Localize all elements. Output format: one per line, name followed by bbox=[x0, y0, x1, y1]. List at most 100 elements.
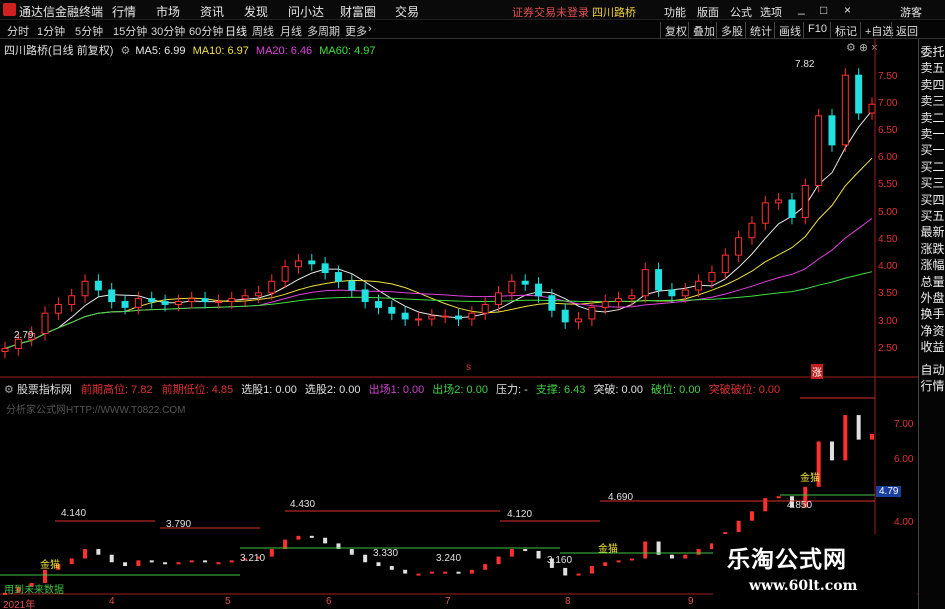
candle bbox=[94, 280, 102, 291]
y-tick: 7.00 bbox=[878, 98, 898, 109]
candle bbox=[268, 280, 276, 294]
high-price-label: 7.82 bbox=[795, 59, 815, 70]
panel-tab-12[interactable]: 涨跌 bbox=[919, 242, 945, 257]
x-tick: 8 bbox=[565, 596, 571, 607]
y-tick: 2.50 bbox=[878, 343, 898, 354]
candle bbox=[561, 309, 569, 323]
candle bbox=[108, 289, 116, 303]
candle bbox=[188, 298, 196, 303]
indicator-bar bbox=[83, 549, 88, 559]
exit2-label: 出场2: 0.00 bbox=[432, 384, 488, 396]
candle bbox=[721, 254, 729, 274]
panel-tab-18[interactable]: 收益 bbox=[919, 340, 945, 355]
y-tick: 3.00 bbox=[878, 316, 898, 327]
candle bbox=[788, 199, 796, 218]
candle bbox=[134, 298, 142, 308]
indicator-bar bbox=[603, 562, 608, 567]
candle bbox=[628, 295, 636, 300]
candle bbox=[161, 301, 169, 305]
marker-rise: 涨 bbox=[811, 364, 823, 379]
signal-label: 金猫 bbox=[40, 560, 60, 571]
panel-tab-9[interactable]: 买四 bbox=[919, 193, 945, 208]
candle bbox=[441, 315, 449, 318]
panel-tab-13[interactable]: 涨幅 bbox=[919, 258, 945, 273]
candle bbox=[174, 301, 182, 305]
signal-label: 金猫 bbox=[598, 544, 618, 555]
ind-level-label: 4.850 bbox=[787, 500, 813, 511]
candle bbox=[575, 318, 583, 323]
indicator-bar bbox=[389, 566, 394, 570]
candle bbox=[855, 74, 863, 114]
panel-tab-20[interactable]: 行情 bbox=[919, 379, 945, 394]
indicator-bar bbox=[123, 562, 128, 567]
indicator-bar bbox=[163, 562, 168, 565]
signal-label: 金猫 bbox=[800, 473, 820, 484]
indicator-bar bbox=[643, 541, 648, 559]
ind-level-label: 4.120 bbox=[507, 509, 533, 520]
right-quote-panel: 委托 卖五卖四 卖三卖二 卖一 买一买二 买三买四 买五 最新涨跌 涨幅总量 外盘 换手净资 收益自动… bbox=[918, 39, 945, 609]
panel-tab-8[interactable]: 买三 bbox=[919, 176, 945, 191]
y-tick: 5.50 bbox=[878, 179, 898, 190]
indicator-title: 股票指标网 bbox=[16, 384, 72, 396]
settings-gear-icon[interactable]: ⚙ bbox=[4, 384, 14, 396]
ind-level-label: 4.690 bbox=[608, 492, 634, 503]
panel-tab-6[interactable]: 买一 bbox=[919, 143, 945, 158]
panel-tab-4[interactable]: 卖二 bbox=[919, 111, 945, 126]
candle bbox=[254, 292, 262, 297]
panel-tab-10[interactable]: 买五 bbox=[919, 209, 945, 224]
indicator-bar bbox=[763, 498, 768, 512]
y-tick: 7.50 bbox=[878, 71, 898, 82]
candle bbox=[41, 312, 49, 334]
y-tick: 5.00 bbox=[878, 207, 898, 218]
candle bbox=[761, 202, 769, 224]
candle bbox=[681, 289, 689, 297]
pick1-label: 选股1: 0.00 bbox=[241, 384, 297, 396]
indicator-bar bbox=[469, 569, 474, 574]
prev-low-label: 前期低位: 4.85 bbox=[161, 384, 234, 396]
indicator-bar bbox=[776, 496, 781, 499]
panel-tab-5[interactable]: 卖一 bbox=[919, 127, 945, 142]
panel-tab-3[interactable]: 卖三 bbox=[919, 94, 945, 109]
indicator-bar bbox=[749, 511, 754, 521]
indicator-bar bbox=[203, 560, 208, 563]
indicator-bar bbox=[870, 433, 874, 440]
candle bbox=[508, 280, 516, 294]
candle bbox=[775, 199, 783, 204]
site-watermark: 乐淘公式网 www.60lt.com bbox=[713, 534, 917, 604]
indicator-bar bbox=[589, 566, 594, 574]
panel-tab-1[interactable]: 卖五 bbox=[919, 61, 945, 76]
candle bbox=[815, 115, 823, 186]
exit1-label: 出场1: 0.00 bbox=[368, 384, 425, 396]
indicator-bar bbox=[616, 560, 621, 563]
candle bbox=[388, 306, 396, 314]
candle bbox=[535, 283, 543, 297]
candle bbox=[54, 303, 62, 314]
indicator-bar bbox=[429, 571, 434, 574]
panel-tab-14[interactable]: 总量 bbox=[919, 275, 945, 290]
panel-tab-17[interactable]: 净资 bbox=[919, 324, 945, 339]
candle bbox=[374, 301, 382, 308]
support-label: 支撑: 6.43 bbox=[535, 384, 586, 396]
indicator-bar bbox=[376, 562, 381, 567]
panel-tab-16[interactable]: 换手 bbox=[919, 307, 945, 322]
indicator-bar bbox=[189, 560, 194, 563]
candle bbox=[641, 269, 649, 297]
panel-tab-19[interactable]: 自动 bbox=[919, 363, 945, 378]
ind-level-label: 3.790 bbox=[166, 519, 192, 530]
indicator-bar bbox=[96, 549, 101, 555]
panel-tab-15[interactable]: 外盘 bbox=[919, 291, 945, 306]
candle bbox=[495, 292, 503, 305]
candle bbox=[868, 103, 876, 114]
candle bbox=[695, 280, 703, 291]
panel-tab-7[interactable]: 买二 bbox=[919, 160, 945, 175]
indicator-header: ⚙ 股票指标网 前期高位: 7.82 前期低位: 4.85 选股1: 0.00 … bbox=[4, 381, 780, 397]
marker-s: s bbox=[466, 362, 471, 373]
price-chart-canvas bbox=[0, 39, 918, 595]
candle bbox=[308, 260, 316, 265]
low-price-label: 2.79 bbox=[14, 330, 34, 341]
candle bbox=[655, 269, 663, 291]
y-tick: 3.50 bbox=[878, 288, 898, 299]
panel-tab-0[interactable]: 委托 bbox=[919, 45, 945, 60]
panel-tab-2[interactable]: 卖四 bbox=[919, 78, 945, 93]
panel-tab-11[interactable]: 最新 bbox=[919, 225, 945, 240]
